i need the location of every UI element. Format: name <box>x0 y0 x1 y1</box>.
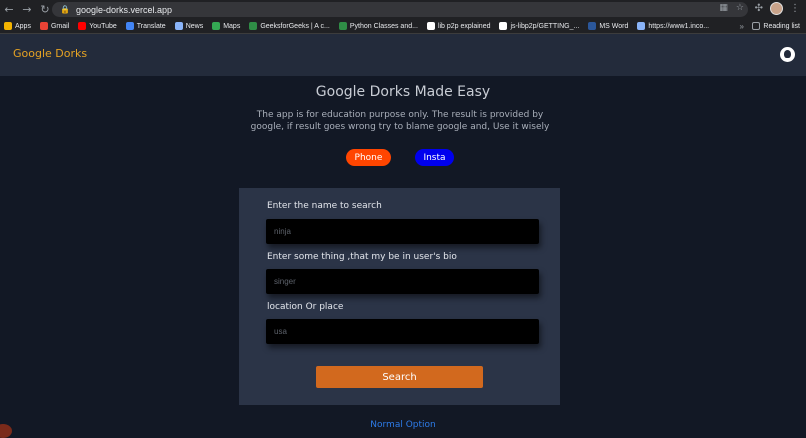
search-form: Enter the name to search Enter some thin… <box>239 188 560 405</box>
globe-icon <box>637 22 646 30</box>
more-bookmarks-icon[interactable]: » <box>740 22 744 31</box>
translate-icon <box>125 22 134 30</box>
name-input[interactable] <box>266 219 539 244</box>
app-navbar: Google Dorks <box>0 34 806 76</box>
normal-option-link[interactable]: Normal Option <box>0 420 806 430</box>
maps-icon <box>212 22 221 30</box>
bookmark-label: MS Word <box>599 22 629 30</box>
github-icon <box>499 22 508 30</box>
bio-label: Enter some thing ,that my be in user's b… <box>267 252 457 262</box>
bookmark-label: https://www1.inco... <box>648 22 710 30</box>
phone-button[interactable]: Phone <box>346 149 391 166</box>
bio-input[interactable] <box>266 269 539 294</box>
bookmark-label: Apps <box>15 22 31 30</box>
geeksforgeeks-icon <box>338 22 347 30</box>
name-label: Enter the name to search <box>267 201 382 211</box>
forward-arrow-icon[interactable]: → <box>18 3 36 16</box>
bookmark-label: Python Classes and... <box>349 22 418 30</box>
bookmark-label: Translate <box>136 22 166 30</box>
bookmark-label: lib p2p explained <box>437 22 491 30</box>
apps-grid-icon <box>4 22 12 30</box>
qr-code-icon[interactable]: ▦ <box>719 3 728 13</box>
location-label: location Or place <box>267 302 344 312</box>
bookmarks-bar: Apps Gmail YouTube Translate News Maps Geeksfo… <box>0 19 806 34</box>
bookmark-label: js-libp2p/GETTING_... <box>510 22 580 30</box>
bookmark-item[interactable]: YouTube <box>78 22 117 30</box>
menu-dots-icon[interactable]: ⋮ <box>790 3 800 14</box>
bookmark-item[interactable]: Python Classes and... <box>338 22 418 30</box>
bookmark-item[interactable]: https://www1.inco... <box>637 22 709 30</box>
back-arrow-icon[interactable]: ← <box>0 3 18 16</box>
location-input[interactable] <box>266 319 539 344</box>
bookmark-item[interactable]: Gmail <box>39 22 70 30</box>
reading-list-icon <box>752 22 761 30</box>
corner-decoration <box>0 424 12 438</box>
page-description: The app is for education purpose only. T… <box>250 110 550 132</box>
browser-toolbar: ← → ↻ 🔒 google-dorks.vercel.app ▦ ☆ ✣ ⋮ <box>0 0 806 19</box>
search-button[interactable]: Search <box>316 366 483 388</box>
reading-list-label: Reading list <box>763 22 800 30</box>
link-icon <box>426 22 435 30</box>
github-icon[interactable] <box>780 47 795 62</box>
bookmark-item[interactable]: News <box>174 22 204 30</box>
gmail-icon <box>39 22 48 30</box>
bookmark-label: Gmail <box>50 22 70 30</box>
url-text: google-dorks.vercel.app <box>75 4 173 15</box>
bookmark-label: Maps <box>223 22 241 30</box>
address-bar[interactable]: 🔒 google-dorks.vercel.app ▦ ☆ <box>52 2 748 17</box>
insta-button[interactable]: Insta <box>415 149 454 166</box>
bookmark-item[interactable]: Apps <box>4 22 31 30</box>
bookmark-item[interactable]: lib p2p explained <box>426 22 491 30</box>
lock-icon: 🔒 <box>60 5 70 14</box>
reading-list-button[interactable]: Reading list <box>752 22 800 30</box>
bookmark-item[interactable]: Translate <box>125 22 166 30</box>
brand-title[interactable]: Google Dorks <box>13 47 87 60</box>
page-title: Google Dorks Made Easy <box>315 84 491 100</box>
bookmark-label: News <box>185 22 204 30</box>
youtube-icon <box>78 22 87 30</box>
news-icon <box>174 22 183 30</box>
extensions-icon[interactable]: ✣ <box>755 3 763 14</box>
profile-avatar[interactable] <box>770 2 783 15</box>
bookmark-label: YouTube <box>89 22 117 30</box>
bookmark-item[interactable]: MS Word <box>588 22 628 30</box>
ms-word-icon <box>588 22 597 30</box>
bookmark-item[interactable]: js-libp2p/GETTING_... <box>499 22 579 30</box>
bookmark-item[interactable]: GeeksforGeeks | A c... <box>249 22 330 30</box>
bookmark-item[interactable]: Maps <box>212 22 240 30</box>
geeksforgeeks-icon <box>249 22 258 30</box>
bookmark-label: GeeksforGeeks | A c... <box>260 22 330 30</box>
bookmark-star-icon[interactable]: ☆ <box>736 3 744 13</box>
